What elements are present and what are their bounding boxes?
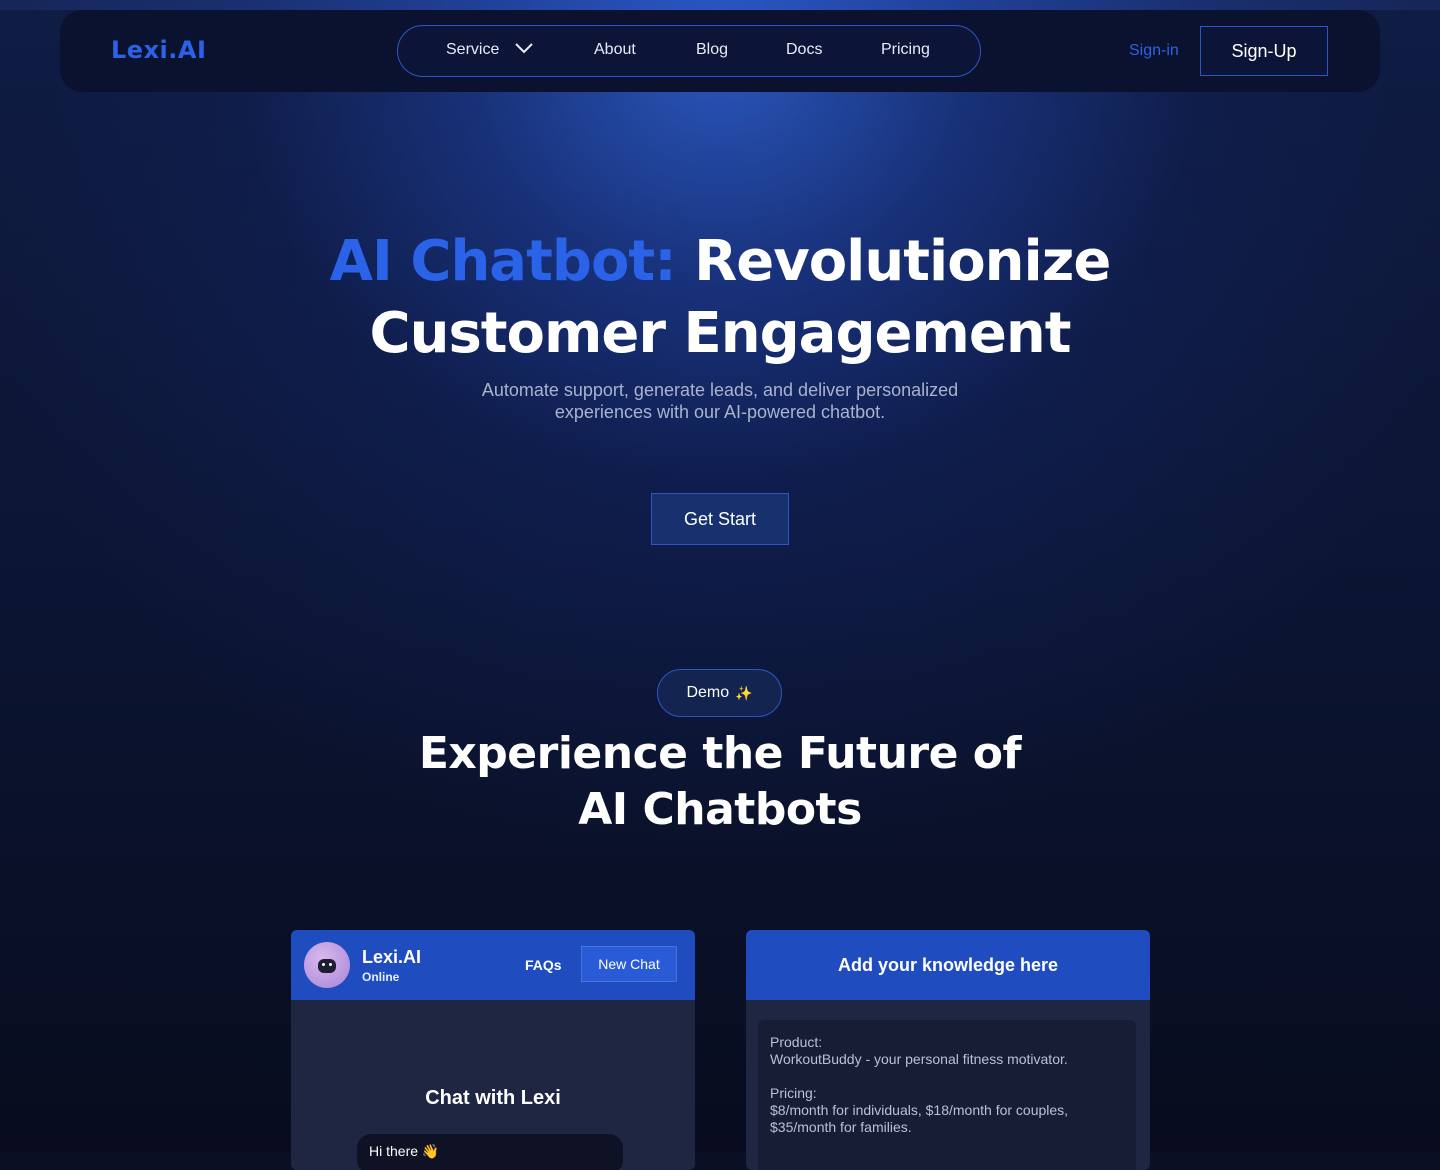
nav-item-pricing[interactable]: Pricing <box>881 41 930 59</box>
chat-card-header: Lexi.AI Online FAQs New Chat <box>291 930 695 1000</box>
sign-in-link[interactable]: Sign-in <box>1129 42 1179 60</box>
logo[interactable]: Lexi.AI <box>111 36 206 64</box>
new-chat-button[interactable]: New Chat <box>581 946 677 982</box>
demo-title: Experience the Future of AI Chatbots <box>0 726 1440 838</box>
bot-name: Lexi.AI <box>362 947 422 967</box>
knowledge-line: WorkoutBuddy - your personal fitness mot… <box>770 1051 1068 1067</box>
nav-item-docs[interactable]: Docs <box>786 41 822 59</box>
demo-title-line1: Experience the Future of <box>418 728 1022 779</box>
hero-subtitle-line2: experiences with our AI-powered chatbot. <box>554 402 886 422</box>
nav-item-service[interactable]: Service <box>446 41 534 59</box>
hero-title-line1: AI Chatbot: Revolutionize <box>0 226 1440 298</box>
sparkles-icon: ✨ <box>735 684 753 701</box>
knowledge-card: Add your knowledge here Product: Workout… <box>746 930 1150 1170</box>
demo-title-line2: AI Chatbots <box>578 784 862 835</box>
faqs-button[interactable]: FAQs <box>525 957 562 973</box>
page-background <box>0 0 1440 1152</box>
hero-title-accent: AI Chatbot: <box>329 229 677 294</box>
chevron-down-icon <box>514 41 534 59</box>
knowledge-line: Product: <box>770 1034 823 1050</box>
hero-subtitle: Automate support, generate leads, and de… <box>420 379 1020 423</box>
top-accent-line <box>0 0 1440 10</box>
demo-badge-label: Demo <box>686 684 730 701</box>
demo-badge: Demo ✨ <box>657 669 782 717</box>
knowledge-line: Pricing: <box>770 1085 817 1101</box>
knowledge-line: $8/month for individuals, $18/month for … <box>770 1102 1069 1118</box>
knowledge-card-header: Add your knowledge here <box>746 930 1150 1000</box>
sign-up-button[interactable]: Sign-Up <box>1200 26 1328 76</box>
chat-card: Lexi.AI Online FAQs New Chat Chat with L… <box>291 930 695 1170</box>
nav-item-about[interactable]: About <box>594 41 636 59</box>
robot-icon <box>318 959 336 973</box>
hero-subtitle-line1: Automate support, generate leads, and de… <box>481 380 959 400</box>
chat-title: Chat with Lexi <box>425 1087 561 1109</box>
bot-avatar <box>304 942 350 988</box>
nav-item-label: Service <box>446 41 500 59</box>
navbar: Lexi.AI Service About Blog Docs Pricing … <box>60 10 1380 92</box>
nav-menu: Service About Blog Docs Pricing <box>397 25 981 77</box>
get-start-button[interactable]: Get Start <box>651 493 789 545</box>
knowledge-textarea[interactable]: Product: WorkoutBuddy - your personal fi… <box>758 1020 1136 1170</box>
bot-status: Online <box>362 970 400 984</box>
knowledge-line: $35/month for families. <box>770 1119 912 1135</box>
hero-title-rest: Revolutionize <box>694 229 1111 294</box>
hero-title-line2: Customer Engagement <box>369 301 1071 366</box>
knowledge-blank-line <box>770 1068 1124 1085</box>
chat-message-bubble: Hi there 👋 <box>357 1134 623 1170</box>
nav-item-blog[interactable]: Blog <box>696 41 728 59</box>
